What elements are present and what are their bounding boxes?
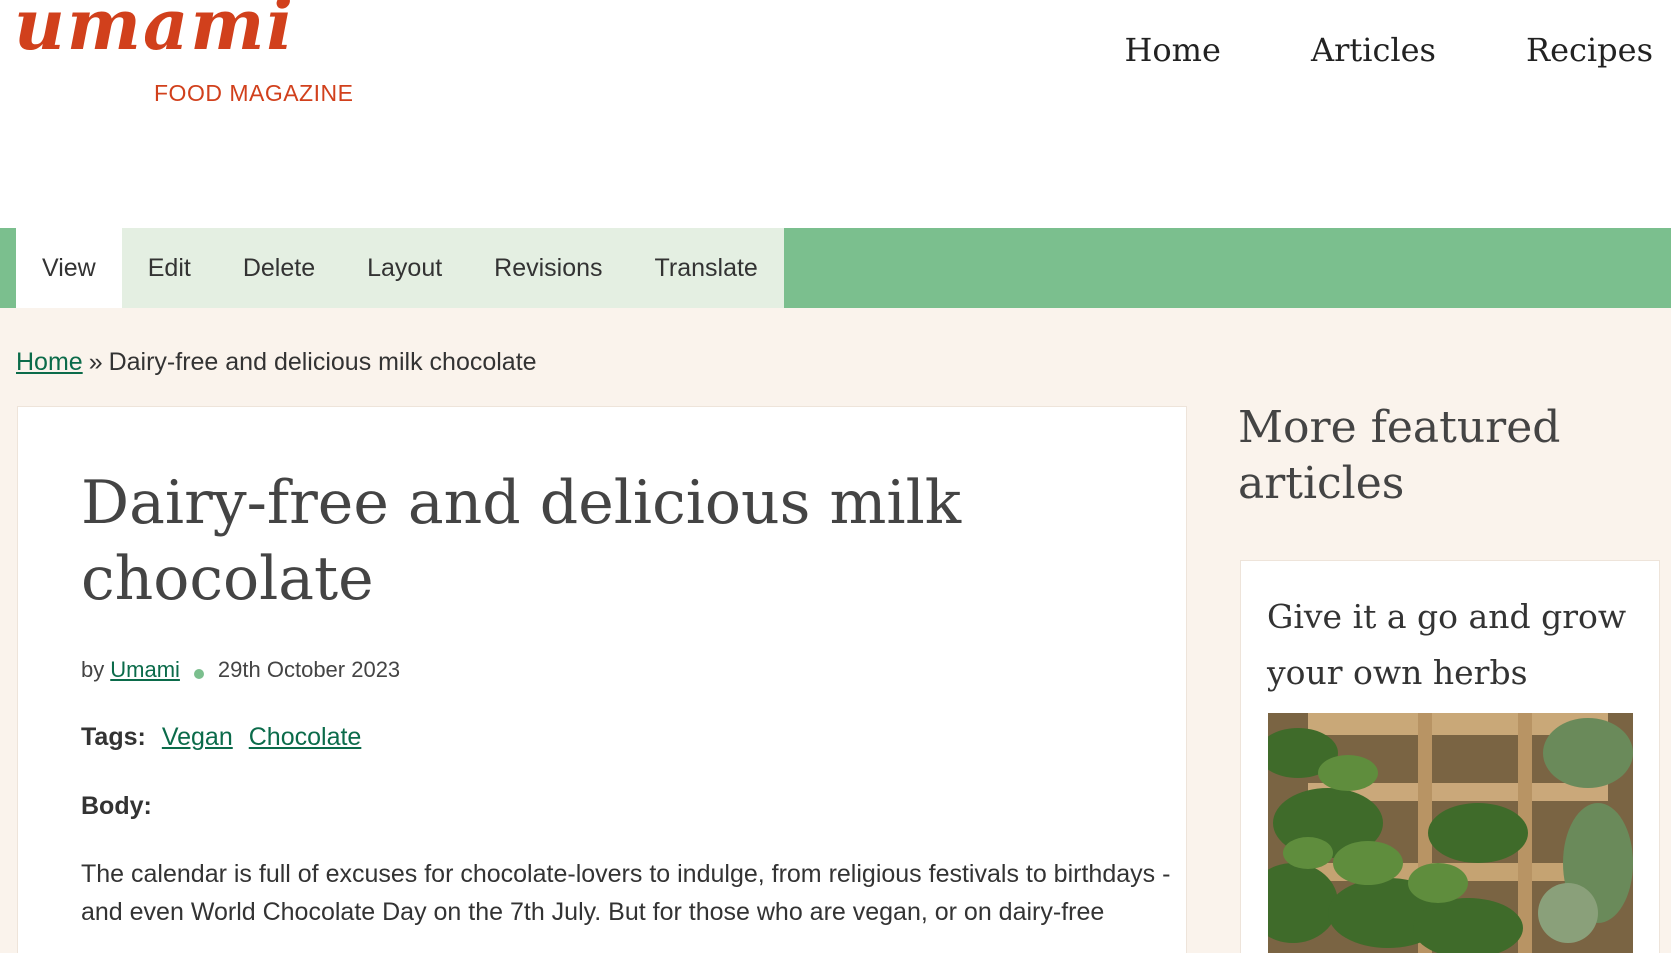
article-card: Dairy-free and delicious milk chocolate …: [17, 406, 1187, 953]
author-link[interactable]: Umami: [110, 657, 180, 683]
tab-revisions[interactable]: Revisions: [468, 228, 629, 308]
tags-label: Tags:: [81, 723, 146, 751]
herbs-image: [1268, 713, 1633, 953]
sidebar-title: More featured articles: [1238, 402, 1561, 509]
tag-link-vegan[interactable]: Vegan: [162, 723, 233, 752]
nav-home[interactable]: Home: [1125, 30, 1221, 70]
tag-link-chocolate[interactable]: Chocolate: [249, 723, 362, 752]
article-byline: by Umami 29th October 2023: [81, 657, 400, 683]
content-area: Home» Dairy-free and delicious milk choco…: [0, 308, 1671, 953]
featured-article-image[interactable]: [1268, 713, 1633, 953]
logo-wordmark: umami: [14, 0, 295, 66]
breadcrumb: Home» Dairy-free and delicious milk choco…: [16, 348, 537, 377]
featured-article-title[interactable]: Give it a go and grow your own herbs: [1267, 589, 1647, 701]
byline-dot-icon: [193, 669, 204, 679]
byline-by: by: [81, 657, 105, 682]
tab-translate[interactable]: Translate: [628, 228, 784, 308]
article-tags: Tags: Vegan Chocolate: [81, 723, 377, 752]
article-body: The calendar is full of excuses for choc…: [81, 860, 1171, 926]
tab-layout[interactable]: Layout: [341, 228, 469, 308]
tab-edit[interactable]: Edit: [121, 228, 217, 308]
local-tasks: View Edit Delete Layout Revisions Transl…: [16, 228, 784, 308]
article-title: Dairy-free and delicious milk chocolate: [81, 468, 962, 614]
site-logo[interactable]: umami FOOD MAGAZINE: [14, 0, 364, 110]
nav-recipes[interactable]: Recipes: [1526, 30, 1653, 70]
nav-articles[interactable]: Articles: [1311, 30, 1436, 70]
body-label: Body:: [81, 792, 152, 820]
site-header: umami FOOD MAGAZINE Home Articles Recipe…: [0, 0, 1671, 228]
main-navigation: Home Articles Recipes: [1035, 30, 1654, 70]
local-tasks-bar: View Edit Delete Layout Revisions Transl…: [0, 228, 1671, 308]
breadcrumb-current: Dairy-free and delicious milk chocolate: [108, 348, 537, 376]
tab-view[interactable]: View: [16, 228, 122, 308]
article-date: 29th October 2023: [217, 657, 401, 682]
featured-article-card[interactable]: Give it a go and grow your own herbs: [1240, 560, 1660, 953]
logo-subtitle: FOOD MAGAZINE: [154, 80, 354, 106]
breadcrumb-separator: »: [88, 348, 103, 376]
breadcrumb-home-link[interactable]: Home: [16, 348, 83, 376]
tab-delete[interactable]: Delete: [216, 228, 342, 308]
